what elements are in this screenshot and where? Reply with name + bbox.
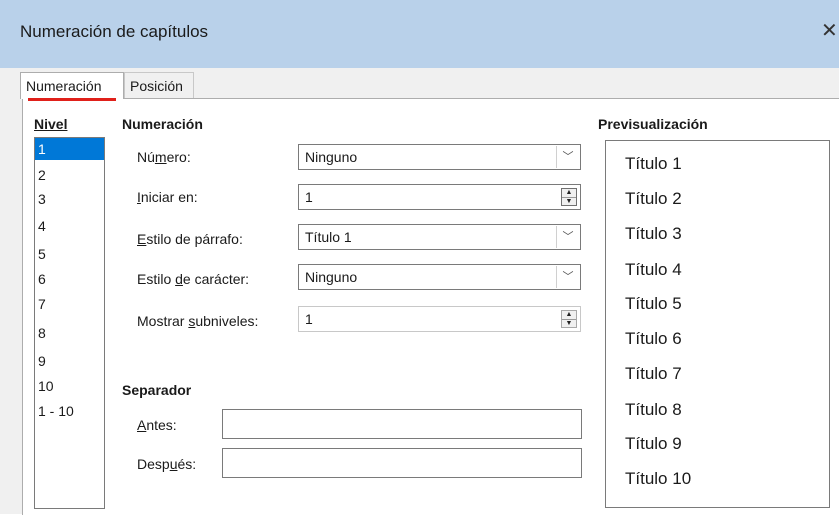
spin-buttons[interactable]: ▲ ▼ [561, 310, 577, 328]
character-style-label: Estilo de carácter: [137, 271, 250, 287]
level-heading: Nivel [34, 116, 68, 132]
show-sublevels-spinbox[interactable]: 1 ▲ ▼ [298, 306, 581, 332]
preview-heading: Previsualización [598, 116, 708, 132]
preview-line: Título 9 [625, 434, 682, 453]
level-item[interactable]: 2 [35, 164, 104, 186]
numbering-heading: Numeración [122, 116, 203, 132]
tab-label: Numeración [26, 78, 102, 94]
level-item[interactable]: 3 [35, 188, 104, 210]
preview-pane: Título 1 Título 2 Título 3 Título 4 Títu… [605, 140, 830, 508]
preview-line: Título 6 [625, 329, 682, 348]
level-item[interactable]: 4 [35, 215, 104, 237]
level-item[interactable]: 6 [35, 268, 104, 290]
show-sublevels-value: 1 [305, 311, 313, 327]
preview-line: Título 2 [625, 189, 682, 208]
spin-buttons[interactable]: ▲ ▼ [561, 188, 577, 206]
chevron-down-icon[interactable]: ﹀ [556, 146, 579, 168]
close-icon[interactable]: ✕ [821, 20, 839, 42]
preview-line: Título 4 [625, 260, 682, 279]
after-label: Después: [137, 456, 197, 472]
preview-line: Título 10 [625, 469, 692, 488]
start-at-value: 1 [305, 189, 313, 205]
preview-line: Título 1 [625, 154, 682, 173]
character-style-value: Ninguno [305, 269, 358, 285]
spin-down-icon[interactable]: ▼ [562, 197, 576, 206]
before-input[interactable] [222, 409, 582, 439]
level-item[interactable]: 1 [35, 138, 104, 160]
chevron-down-icon[interactable]: ﹀ [556, 226, 579, 248]
level-item[interactable]: 8 [35, 322, 104, 344]
number-select[interactable]: Ninguno ﹀ [298, 144, 581, 170]
spin-up-icon[interactable]: ▲ [562, 189, 576, 197]
preview-line: Título 8 [625, 400, 682, 419]
spin-down-icon[interactable]: ▼ [562, 319, 576, 328]
after-input[interactable] [222, 448, 582, 478]
level-item[interactable]: 1 - 10 [35, 400, 104, 422]
tab-numeracion[interactable]: Numeración [20, 72, 124, 99]
character-style-select[interactable]: Ninguno ﹀ [298, 264, 581, 290]
tab-label: Posición [130, 78, 183, 94]
number-value: Ninguno [305, 149, 358, 165]
level-item[interactable]: 5 [35, 243, 104, 265]
chevron-down-icon[interactable]: ﹀ [556, 266, 579, 288]
paragraph-style-label: Estilo de párrafo: [137, 231, 243, 247]
window-title: Numeración de capítulos [20, 22, 209, 41]
level-item[interactable]: 10 [35, 375, 104, 397]
tab-posicion[interactable]: Posición [124, 72, 194, 98]
level-item[interactable]: 7 [35, 293, 104, 315]
level-item[interactable]: 9 [35, 350, 104, 372]
preview-line: Título 5 [625, 294, 682, 313]
title-bar: Numeración de capítulos ✕ [0, 0, 839, 68]
spin-up-icon[interactable]: ▲ [562, 311, 576, 319]
level-list[interactable]: 1 2 3 4 5 6 7 8 9 10 1 - 10 [34, 137, 105, 509]
active-tab-indicator [28, 98, 116, 101]
start-at-spinbox[interactable]: 1 ▲ ▼ [298, 184, 581, 210]
paragraph-style-select[interactable]: Título 1 ﹀ [298, 224, 581, 250]
preview-line: Título 7 [625, 364, 682, 383]
show-sublevels-label: Mostrar subniveles: [137, 313, 259, 329]
paragraph-style-value: Título 1 [305, 229, 352, 245]
number-label: Número: [137, 149, 191, 165]
start-at-label: Iniciar en: [137, 189, 198, 205]
before-label: Antes: [137, 417, 177, 433]
separator-heading: Separador [122, 382, 192, 398]
preview-line: Título 3 [625, 224, 682, 243]
